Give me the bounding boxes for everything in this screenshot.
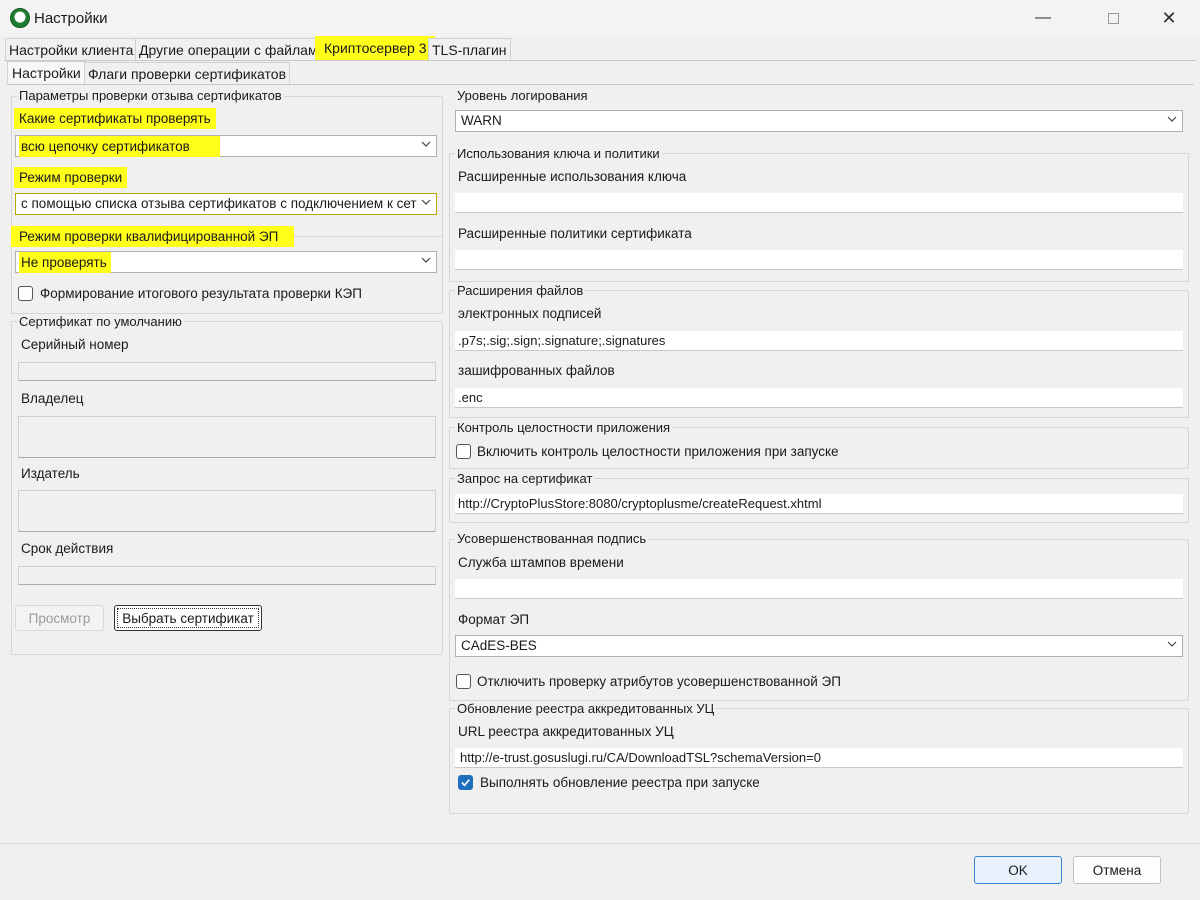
policies-field[interactable] xyxy=(455,250,1183,270)
tab-tls-plugin[interactable]: TLS-плагин xyxy=(428,38,511,60)
tab-client-settings[interactable]: Настройки клиента xyxy=(5,38,138,60)
tsp-label: Служба штампов времени xyxy=(458,555,624,570)
registry-url-label: URL реестра аккредитованных УЦ xyxy=(458,724,674,739)
view-cert-button[interactable]: Просмотр xyxy=(15,605,104,631)
which-certs-select[interactable]: всю цепочку сертификатов xyxy=(15,135,437,157)
default-cert-group-title: Сертификат по умолчанию xyxy=(17,314,184,329)
eku-field[interactable] xyxy=(455,193,1183,213)
cancel-button[interactable]: Отмена xyxy=(1073,856,1161,884)
registry-update-label: Выполнять обновление реестра при запуске xyxy=(480,775,760,790)
which-certs-value: всю цепочку сертификатов xyxy=(19,136,220,157)
registry-url-field[interactable]: http://e-trust.gosuslugi.ru/CA/DownloadT… xyxy=(455,748,1183,768)
registry-update-checkbox[interactable] xyxy=(458,775,473,790)
which-certs-label: Какие сертификаты проверять xyxy=(14,108,216,129)
enc-ext-value: .enc xyxy=(458,390,483,405)
checkmark-icon xyxy=(461,779,470,787)
final-result-label: Формирование итогового результата провер… xyxy=(40,286,362,301)
sig-ext-label: электронных подписей xyxy=(458,306,602,321)
subtab-divider xyxy=(6,84,1194,85)
registry-group-title: Обновление реестра аккредитованных УЦ xyxy=(455,701,717,716)
final-result-checkbox[interactable] xyxy=(18,286,33,301)
chevron-down-icon xyxy=(1167,641,1177,647)
sig-ext-field[interactable]: .p7s;.sig;.sign;.signature;.signatures xyxy=(455,331,1183,351)
window-title: Настройки xyxy=(34,10,108,27)
owner-label: Владелец xyxy=(21,391,84,406)
qualified-mode-label: Режим проверки квалифицированной ЭП xyxy=(11,226,294,247)
issuer-label: Издатель xyxy=(21,466,80,481)
issuer-field xyxy=(18,490,436,532)
validity-field xyxy=(18,566,436,585)
integrity-group-title: Контроль целостности приложения xyxy=(455,420,673,435)
qualified-group xyxy=(11,236,443,314)
logging-level-value: WARN xyxy=(461,113,502,128)
integrity-label: Включить контроль целостности приложения… xyxy=(477,444,839,459)
footer-divider xyxy=(0,843,1200,844)
owner-field xyxy=(18,416,436,458)
integrity-checkbox[interactable] xyxy=(456,444,471,459)
check-mode-value: с помощью списка отзыва сертификатов с п… xyxy=(21,196,417,211)
sig-ext-value: .p7s;.sig;.sign;.signature;.signatures xyxy=(458,333,666,348)
app-icon xyxy=(10,8,30,28)
tab-cryptoserver[interactable]: Криптосервер 3 xyxy=(315,36,436,60)
sig-format-label: Формат ЭП xyxy=(458,612,530,627)
chevron-down-icon xyxy=(421,141,431,147)
eku-label: Расширенные использования ключа xyxy=(458,169,687,184)
logging-group-title: Уровень логирования xyxy=(455,88,590,103)
maximize-button[interactable] xyxy=(1090,0,1136,36)
maximize-icon xyxy=(1107,12,1119,24)
tsp-field[interactable] xyxy=(455,579,1183,599)
check-mode-label: Режим проверки xyxy=(14,167,128,188)
file-ext-group-title: Расширения файлов xyxy=(455,283,586,298)
select-cert-button[interactable]: Выбрать сертификат xyxy=(114,605,262,631)
sig-format-value: CAdES-BES xyxy=(461,638,537,653)
disable-attr-checkbox[interactable] xyxy=(456,674,471,689)
cert-request-group-title: Запрос на сертификат xyxy=(455,471,595,486)
disable-attr-label: Отключить проверку атрибутов усовершенст… xyxy=(477,674,841,689)
close-button[interactable]: ✕ xyxy=(1146,0,1192,36)
logging-level-select[interactable]: WARN xyxy=(455,110,1183,132)
tab-other-file-ops[interactable]: Другие операции с файлами xyxy=(135,38,330,60)
minimize-button[interactable]: — xyxy=(1020,0,1066,36)
chevron-down-icon xyxy=(1167,116,1177,122)
policies-label: Расширенные политики сертификата xyxy=(458,226,692,241)
ok-button[interactable]: OK xyxy=(974,856,1062,884)
revocation-group-title: Параметры проверки отзыва сертификатов xyxy=(17,88,284,103)
registry-url-value: http://e-trust.gosuslugi.ru/CA/DownloadT… xyxy=(460,750,821,765)
subtab-settings[interactable]: Настройки xyxy=(7,61,86,83)
advanced-sig-group-title: Усовершенствованная подпись xyxy=(455,531,649,546)
enc-ext-field[interactable]: .enc xyxy=(455,388,1183,408)
cert-request-url-field[interactable]: http://CryptoPlusStore:8080/cryptoplusme… xyxy=(455,494,1183,514)
check-mode-select[interactable]: с помощью списка отзыва сертификатов с п… xyxy=(15,193,437,215)
key-usage-group-title: Использования ключа и политики xyxy=(455,146,662,161)
sig-format-select[interactable]: CAdES-BES xyxy=(455,635,1183,657)
enc-ext-label: зашифрованных файлов xyxy=(458,363,615,378)
validity-label: Срок действия xyxy=(21,541,114,556)
qualified-mode-select[interactable]: Не проверять xyxy=(15,251,437,273)
subtab-cert-flags[interactable]: Флаги проверки сертификатов xyxy=(84,62,291,84)
chevron-down-icon xyxy=(421,257,431,263)
cert-request-url-value: http://CryptoPlusStore:8080/cryptoplusme… xyxy=(458,496,822,511)
serial-field xyxy=(18,362,436,381)
qualified-mode-value: Не проверять xyxy=(19,252,111,273)
tab-divider xyxy=(4,60,1196,61)
chevron-down-icon xyxy=(421,199,431,205)
serial-label: Серийный номер xyxy=(21,337,129,352)
